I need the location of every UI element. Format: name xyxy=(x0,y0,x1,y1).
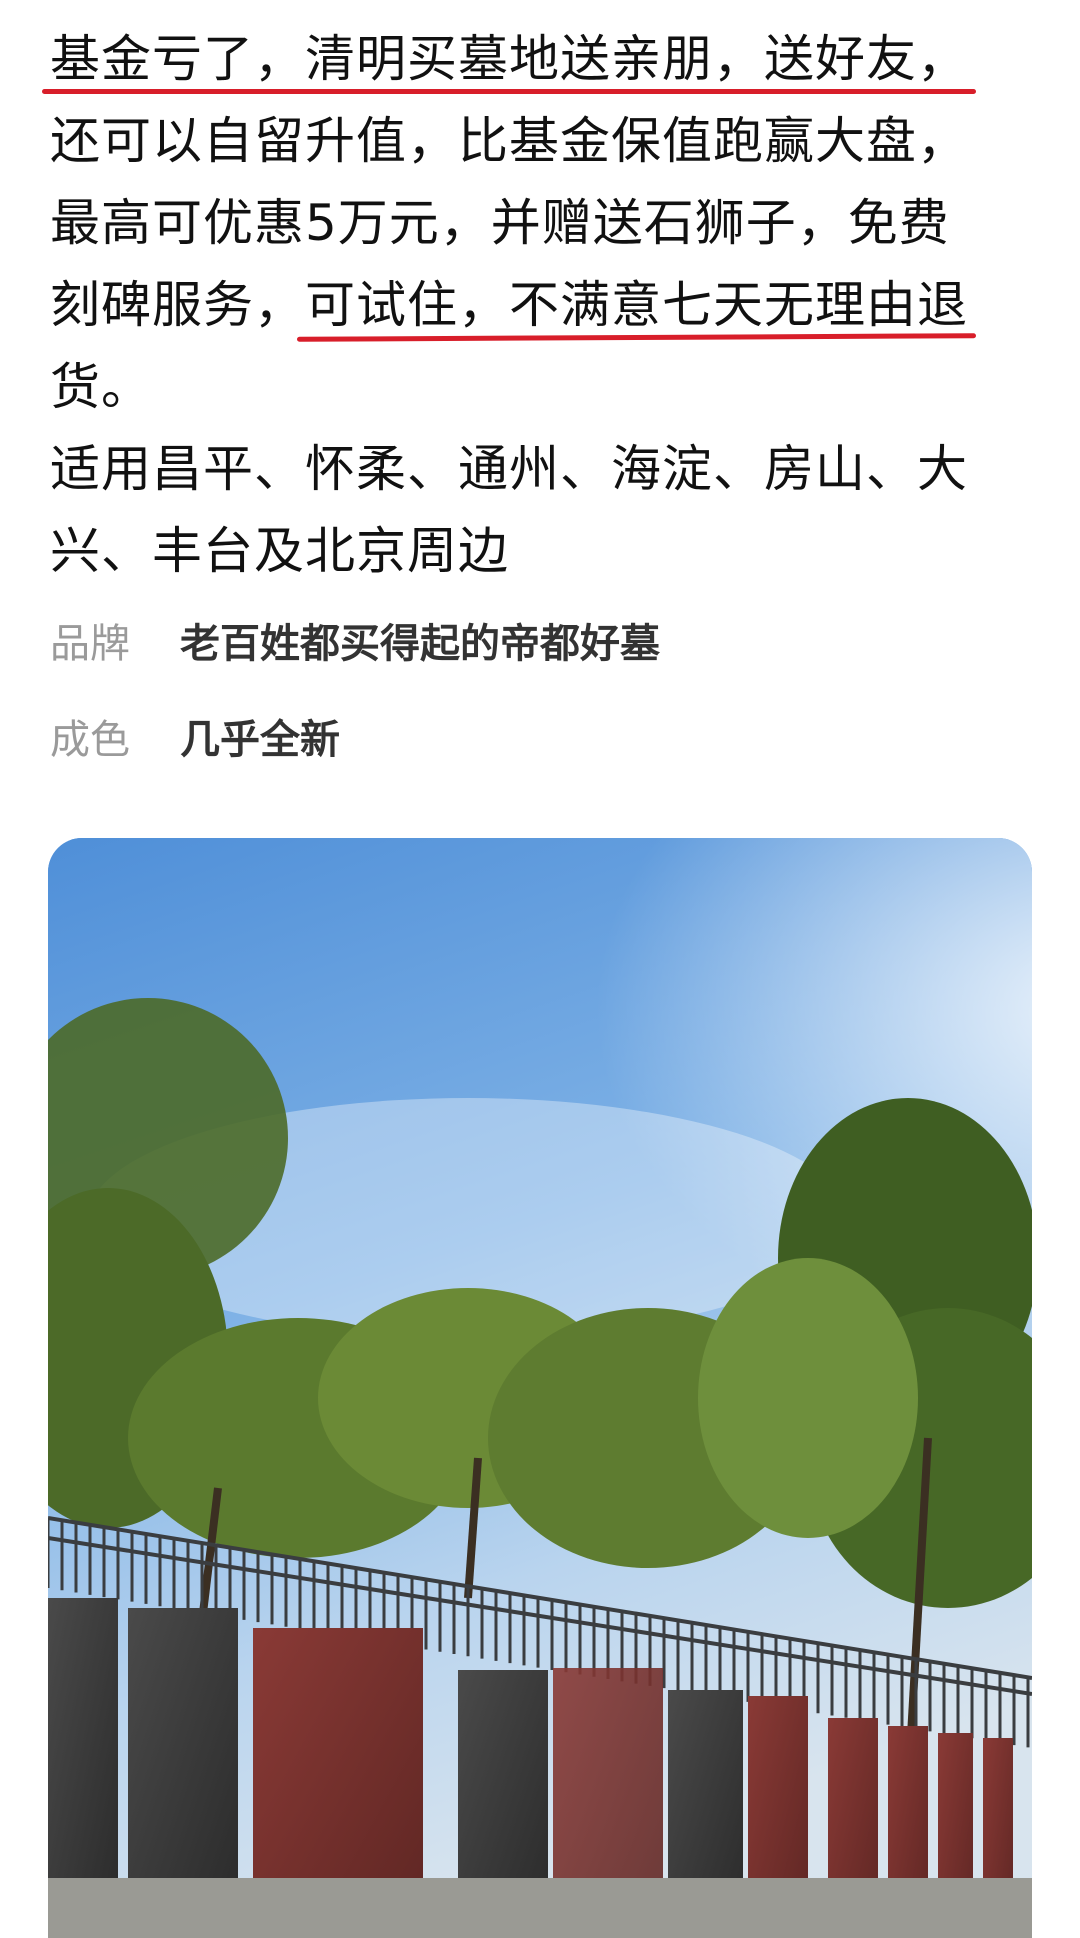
listing-description: 基金亏了，清明买墓地送亲朋，送好友， 还可以自留升值，比基金保值跑赢大盘， 最高… xyxy=(42,18,1050,592)
description-line-4: 刻碑服务，可试住，不满意七天无理由退 xyxy=(50,264,1050,346)
red-underline xyxy=(296,333,977,342)
highlighted-phrase-1: 基金亏了，清明买墓地送亲朋，送好友， xyxy=(42,18,976,100)
attribute-row-condition: 成色 几乎全新 xyxy=(50,712,340,768)
ground xyxy=(48,1878,1032,1938)
description-line-2: 还可以自留升值，比基金保值跑赢大盘， xyxy=(50,112,968,170)
attribute-value: 老百姓都买得起的帝都好墓 xyxy=(180,621,660,667)
attribute-row-brand: 品牌 老百姓都买得起的帝都好墓 xyxy=(50,616,660,672)
highlighted-phrase-2: 可试住，不满意七天无理由退 xyxy=(296,264,977,346)
description-line-5: 货。 xyxy=(50,358,152,416)
description-line-3: 最高可优惠5万元，并赠送石狮子，免费 xyxy=(50,194,950,252)
description-line-6: 适用昌平、怀柔、通州、海淀、房山、大 xyxy=(50,440,968,498)
description-line-1: 基金亏了，清明买墓地送亲朋，送好友， xyxy=(42,18,1050,100)
red-underline xyxy=(42,89,976,94)
cemetery-photo[interactable] xyxy=(48,838,1032,1938)
attribute-value: 几乎全新 xyxy=(180,717,340,763)
description-line-7: 兴、丰台及北京周边 xyxy=(50,522,509,580)
attribute-label: 成色 xyxy=(50,717,130,763)
attribute-label: 品牌 xyxy=(50,621,130,667)
